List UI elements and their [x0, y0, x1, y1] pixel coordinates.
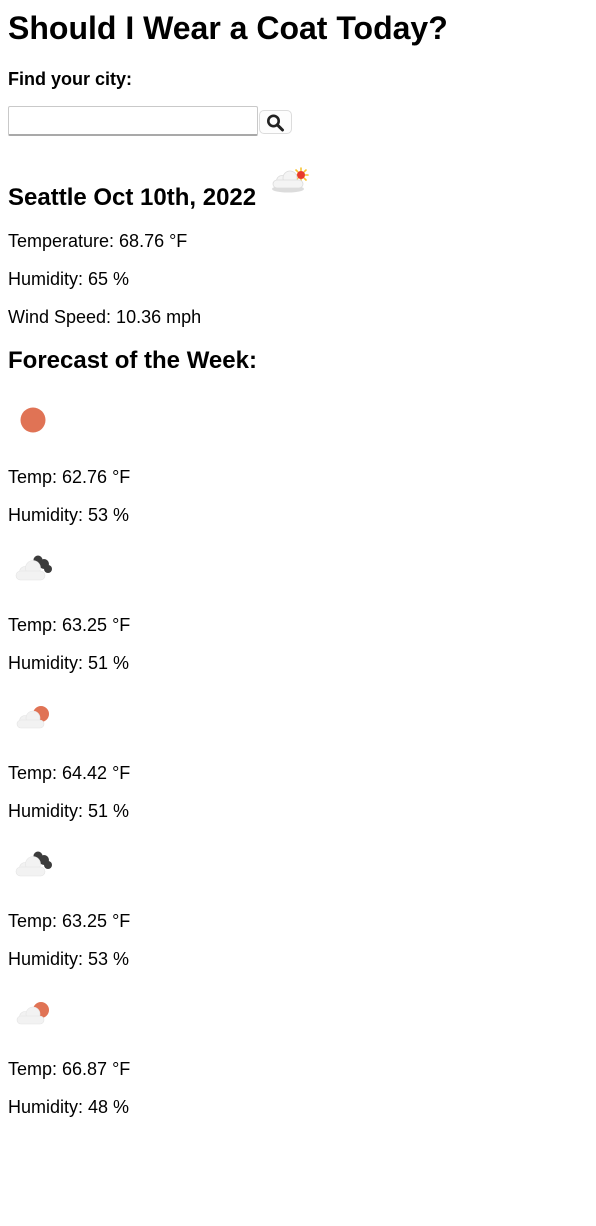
few-clouds-night-icon: [16, 1002, 49, 1025]
find-city-label: Find your city:: [8, 69, 133, 89]
search-icon: [267, 114, 284, 132]
forecast-day: Temp: 66.87 °F Humidity: 48 %: [8, 990, 308, 1138]
forecast-temp: Temp: 62.76 °F: [8, 467, 131, 487]
city-search-input[interactable]: [8, 106, 258, 136]
current-temperature: Temperature: 68.76 °F: [8, 231, 188, 251]
forecast-humidity: Humidity: 48 %: [8, 1097, 130, 1117]
partly-cloudy-sun-icon: [272, 167, 309, 193]
forecast-temp: Temp: 63.25 °F: [8, 911, 131, 931]
dark-clouds-icon: [15, 555, 52, 581]
forecast-temp: Temp: 64.42 °F: [8, 763, 131, 783]
forecast-day: Temp: 63.25 °F Humidity: 51 %: [8, 546, 308, 694]
forecast-temp: Temp: 63.25 °F: [8, 615, 131, 635]
forecast-day: Temp: 63.25 °F Humidity: 53 %: [8, 842, 308, 990]
forecast-heading: Forecast of the Week:: [8, 347, 257, 374]
current-wind-speed: Wind Speed: 10.36 mph: [8, 307, 202, 327]
clear-night-icon: [20, 407, 46, 433]
forecast-humidity: Humidity: 53 %: [8, 505, 130, 525]
forecast-humidity: Humidity: 51 %: [8, 801, 130, 821]
few-clouds-night-icon: [16, 706, 49, 729]
dark-clouds-icon: [15, 851, 52, 877]
current-humidity: Humidity: 65 %: [8, 269, 130, 289]
page-title: Should I Wear a Coat Today?: [8, 10, 448, 46]
forecast-humidity: Humidity: 51 %: [8, 653, 130, 673]
forecast-day: Temp: 62.76 °F Humidity: 53 %: [8, 398, 308, 546]
forecast-temp: Temp: 66.87 °F: [8, 1059, 131, 1079]
forecast-day: Temp: 64.42 °F Humidity: 51 %: [8, 694, 308, 842]
search-button[interactable]: [259, 110, 292, 134]
city-date-heading: Seattle Oct 10th, 2022: [8, 184, 257, 211]
forecast-humidity: Humidity: 53 %: [8, 949, 130, 969]
